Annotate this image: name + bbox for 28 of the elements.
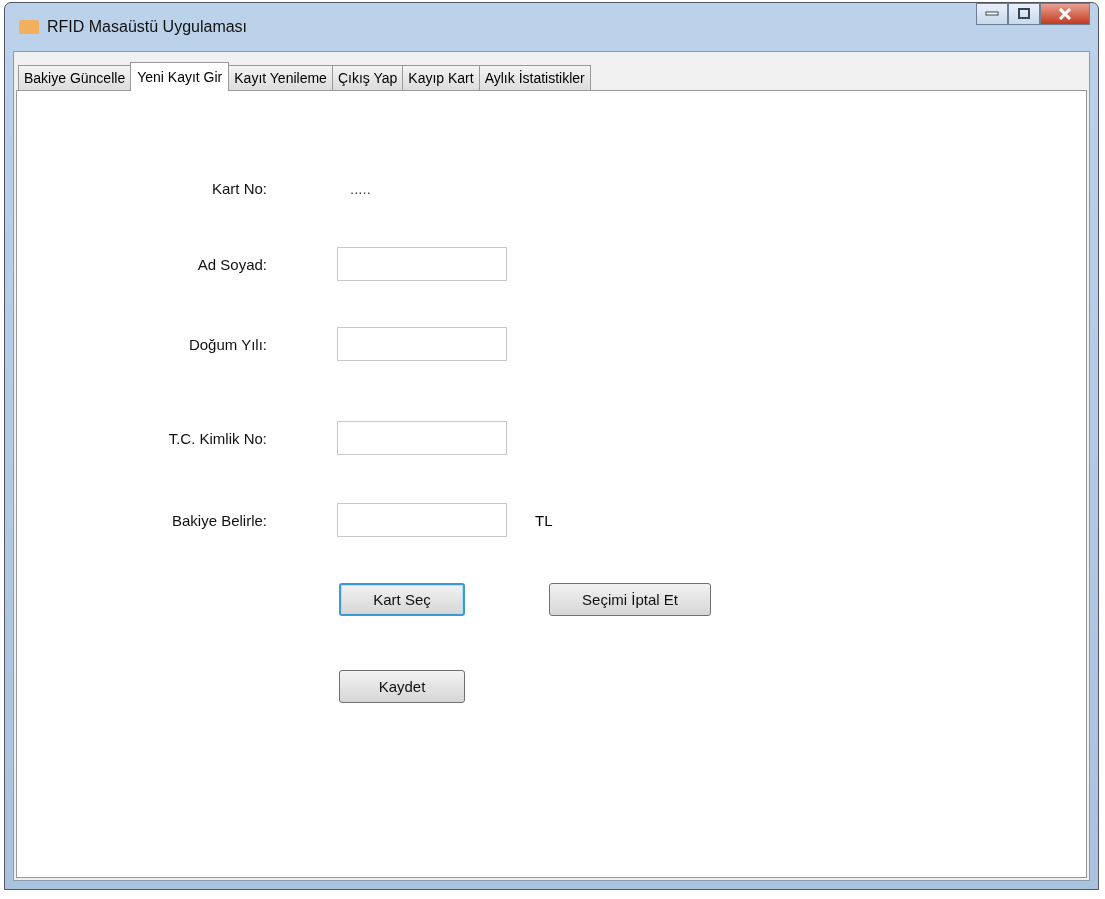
app-icon — [19, 20, 39, 34]
window-title: RFID Masaüstü Uygulaması — [47, 18, 248, 36]
maximize-button[interactable] — [1008, 3, 1040, 25]
field-label: Kart No: — [210, 179, 267, 197]
card-number-value: ..... — [350, 179, 371, 197]
tab[interactable]: Aylık İstatistikler — [478, 65, 591, 90]
field-label: Doğum Yılı: — [187, 335, 267, 353]
currency-label: TL — [535, 511, 553, 529]
input-field[interactable] — [337, 503, 507, 537]
input-field[interactable] — [337, 327, 507, 361]
maximize-icon — [1017, 8, 1031, 20]
close-button[interactable] — [1040, 3, 1090, 25]
save-button[interactable]: Kaydet — [339, 670, 465, 703]
tab[interactable]: Kayıp Kart — [402, 65, 480, 90]
tab[interactable]: Çıkış Yap — [331, 65, 404, 90]
minimize-button[interactable] — [976, 3, 1008, 25]
input-field[interactable] — [337, 247, 507, 281]
button[interactable]: Kart Seç — [339, 583, 465, 616]
field-label: Ad Soyad: — [196, 255, 267, 273]
field-label: T.C. Kimlik No: — [167, 429, 267, 447]
input-field[interactable] — [337, 421, 507, 455]
minimize-icon — [985, 11, 999, 17]
close-icon — [1058, 8, 1072, 20]
button[interactable]: Seçimi İptal Et — [549, 583, 711, 616]
tab[interactable]: Bakiye Güncelle — [18, 65, 132, 90]
tab[interactable]: Yeni Kayıt Gir — [130, 62, 230, 91]
field-label: Bakiye Belirle: — [170, 511, 267, 529]
tab[interactable]: Kayıt Yenileme — [228, 65, 333, 90]
